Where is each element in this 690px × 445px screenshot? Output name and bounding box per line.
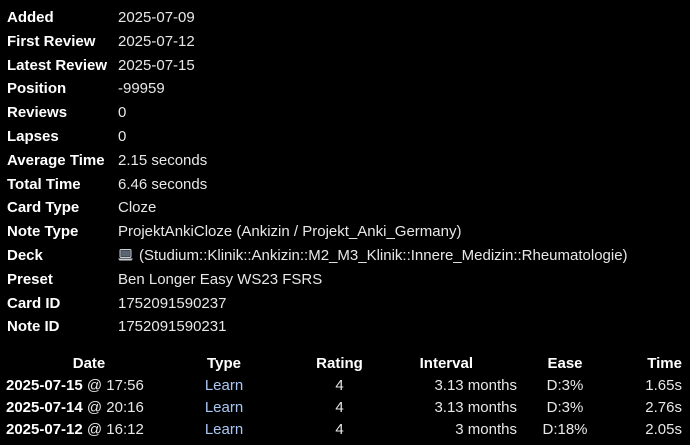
info-row-deck: Deck (Studium::Klinik::Ankizin::M2_M3_Kl… (7, 244, 683, 268)
column-header-time: Time (647, 354, 682, 372)
review-rating: 4 (335, 376, 344, 394)
review-log-header-row: Date Type Rating Interval Ease Time (6, 352, 682, 374)
column-header-date: Date (72, 354, 106, 372)
review-ease: D:3% (546, 398, 584, 416)
info-row-note-id: Note ID 1752091590231 (7, 315, 683, 339)
column-header-ease: Ease (547, 354, 583, 372)
review-time-of-day: @ 20:16 (82, 398, 144, 416)
review-duration: 2.76s (645, 398, 682, 416)
review-ease: D:18% (542, 420, 588, 438)
info-row-latest-review: Latest Review 2025-07-15 (7, 54, 683, 78)
review-date-cell: 2025-07-15 @ 17:56 (6, 374, 172, 396)
review-type-learn: Learn (204, 420, 244, 438)
info-value: ProjektAnkiCloze (Ankizin / Projekt_Anki… (118, 223, 462, 241)
info-row-total-time: Total Time 6.46 seconds (7, 173, 683, 197)
info-value: Ben Longer Easy WS23 FSRS (118, 270, 323, 288)
review-interval: 3.13 months (434, 376, 517, 394)
laptop-icon (118, 248, 133, 261)
review-time-of-day: @ 17:56 (82, 376, 144, 394)
info-value: 2025-07-09 (118, 9, 195, 26)
info-label: Deck (7, 246, 43, 264)
column-header-interval: Interval (419, 354, 473, 372)
info-value: -99959 (118, 80, 165, 98)
info-label: Preset (7, 270, 53, 288)
review-duration: 2.05s (645, 420, 682, 438)
info-label: Lapses (7, 127, 59, 145)
card-info-panel: Added 2025-07-09 First Review 2025-07-12… (7, 6, 683, 339)
info-row-first-review: First Review 2025-07-12 (7, 30, 683, 54)
table-row: 2025-07-12 @ 16:12 Learn 4 3 months D:18… (6, 418, 682, 440)
info-value: 1752091590231 (118, 318, 227, 336)
deck-name: (Studium::Klinik::Ankizin::M2_M3_Klinik:… (139, 246, 628, 264)
info-row-added: Added 2025-07-09 (7, 6, 683, 30)
table-row: 2025-07-15 @ 17:56 Learn 4 3.13 months D… (6, 374, 682, 396)
review-date: 2025-07-15 (6, 376, 83, 394)
info-value: 2025-07-15 (118, 56, 195, 74)
review-interval: 3 months (455, 420, 517, 438)
info-label: Note ID (7, 318, 60, 336)
review-type-cell: Learn (172, 374, 276, 396)
info-value: 0 (118, 127, 127, 145)
review-date: 2025-07-12 (6, 420, 83, 438)
info-value: 1752091590237 (118, 294, 227, 312)
review-date: 2025-07-14 (6, 398, 83, 416)
info-row-note-type: Note Type ProjektAnkiCloze (Ankizin / Pr… (7, 220, 683, 244)
info-row-card-id: Card ID 1752091590237 (7, 292, 683, 316)
info-value: 2025-07-12 (118, 32, 195, 50)
info-value-deck: (Studium::Klinik::Ankizin::M2_M3_Klinik:… (118, 244, 683, 268)
info-value: Cloze (118, 199, 157, 217)
info-value: 6.46 seconds (118, 175, 208, 193)
review-rating: 4 (335, 420, 344, 438)
info-label: Added (7, 9, 54, 26)
review-date-cell: 2025-07-14 @ 20:16 (6, 396, 172, 418)
info-label: Latest Review (7, 56, 108, 74)
table-row: 2025-07-14 @ 20:16 Learn 4 3.13 months D… (6, 396, 682, 418)
info-label: Card ID (7, 294, 61, 312)
info-label: Total Time (7, 175, 81, 193)
column-header-rating: Rating (316, 354, 363, 372)
info-label: Position (7, 80, 67, 98)
review-date-cell: 2025-07-12 @ 16:12 (6, 418, 172, 440)
review-rating: 4 (335, 398, 344, 416)
review-type-learn: Learn (204, 398, 244, 416)
info-row-position: Position -99959 (7, 77, 683, 101)
review-type-learn: Learn (204, 376, 244, 394)
info-row-reviews: Reviews 0 (7, 101, 683, 125)
info-value: 2.15 seconds (118, 151, 208, 169)
review-log-table: Date Type Rating Interval Ease Time 2025… (6, 352, 682, 440)
review-type-cell: Learn (172, 418, 276, 440)
review-type-cell: Learn (172, 396, 276, 418)
info-row-lapses: Lapses 0 (7, 125, 683, 149)
review-ease: D:3% (546, 376, 584, 394)
info-label: First Review (7, 32, 96, 50)
info-row-card-type: Card Type Cloze (7, 196, 683, 220)
info-label: Note Type (7, 223, 79, 241)
info-row-preset: Preset Ben Longer Easy WS23 FSRS (7, 268, 683, 292)
info-value: 0 (118, 104, 127, 122)
info-label: Card Type (7, 199, 80, 217)
info-label: Reviews (7, 104, 68, 122)
info-row-average-time: Average Time 2.15 seconds (7, 149, 683, 173)
review-time-of-day: @ 16:12 (82, 420, 144, 438)
review-duration: 1.65s (645, 376, 682, 394)
column-header-type: Type (207, 354, 241, 372)
info-label: Average Time (7, 151, 105, 169)
review-interval: 3.13 months (434, 398, 517, 416)
